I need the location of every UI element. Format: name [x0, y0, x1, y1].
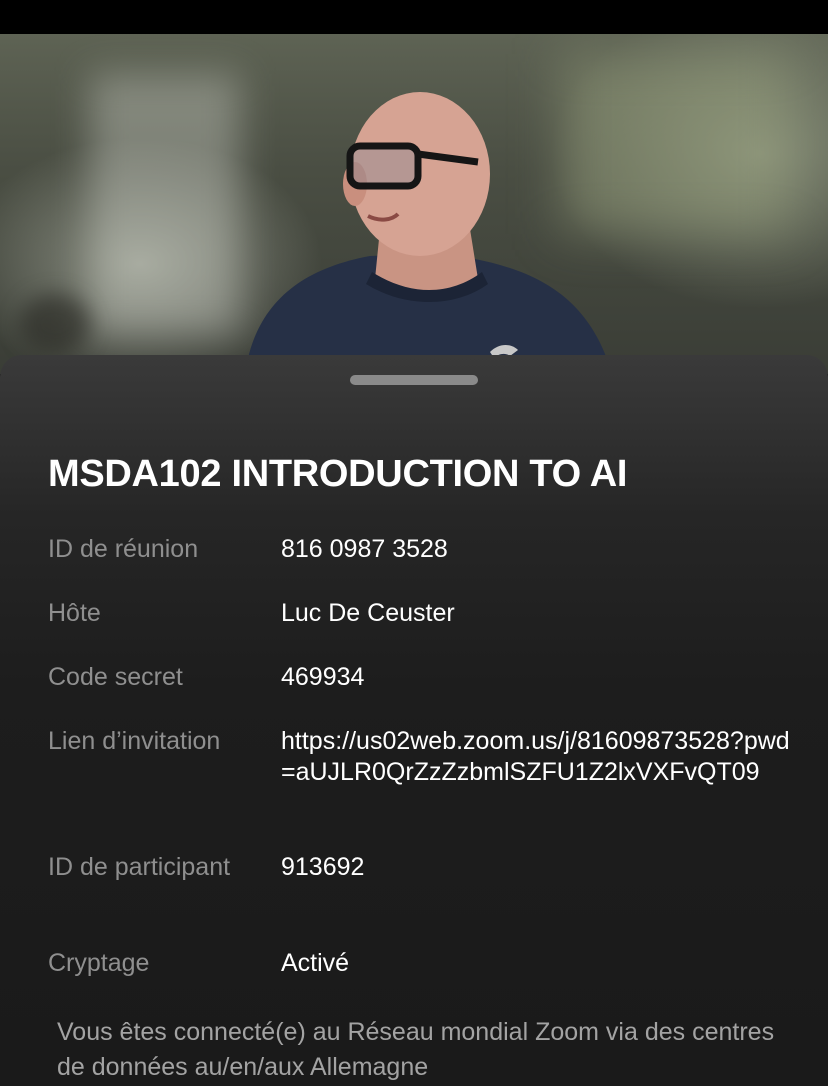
participant-person: [245, 92, 612, 374]
status-bar: [0, 0, 828, 34]
detail-label: Cryptage: [48, 949, 150, 977]
sheet-drag-handle[interactable]: [350, 375, 478, 385]
network-notice: Vous êtes connecté(e) au Réseau mondial …: [57, 1018, 775, 1081]
detail-label: Hôte: [48, 599, 101, 627]
detail-label: ID de participant: [48, 853, 231, 881]
meeting-title: MSDA102 INTRODUCTION TO AI: [48, 453, 628, 495]
participant-video[interactable]: [0, 34, 828, 374]
encryption-value: Activé: [281, 949, 350, 977]
meeting-info-sheet: MSDA102 INTRODUCTION TO AI ID de réunion…: [0, 355, 828, 1086]
participant-id-value: 913692: [281, 853, 365, 881]
detail-label: Code secret: [48, 663, 183, 691]
detail-label: Lien d’invitation: [48, 727, 221, 755]
detail-label: ID de réunion: [48, 535, 199, 563]
meeting-id-value[interactable]: 816 0987 3528: [281, 534, 791, 565]
passcode-value[interactable]: 469934: [281, 662, 791, 693]
invite-link-value[interactable]: https://us02web.zoom.us/j/81609873528?pw…: [281, 726, 791, 788]
host-value: Luc De Ceuster: [281, 599, 455, 627]
